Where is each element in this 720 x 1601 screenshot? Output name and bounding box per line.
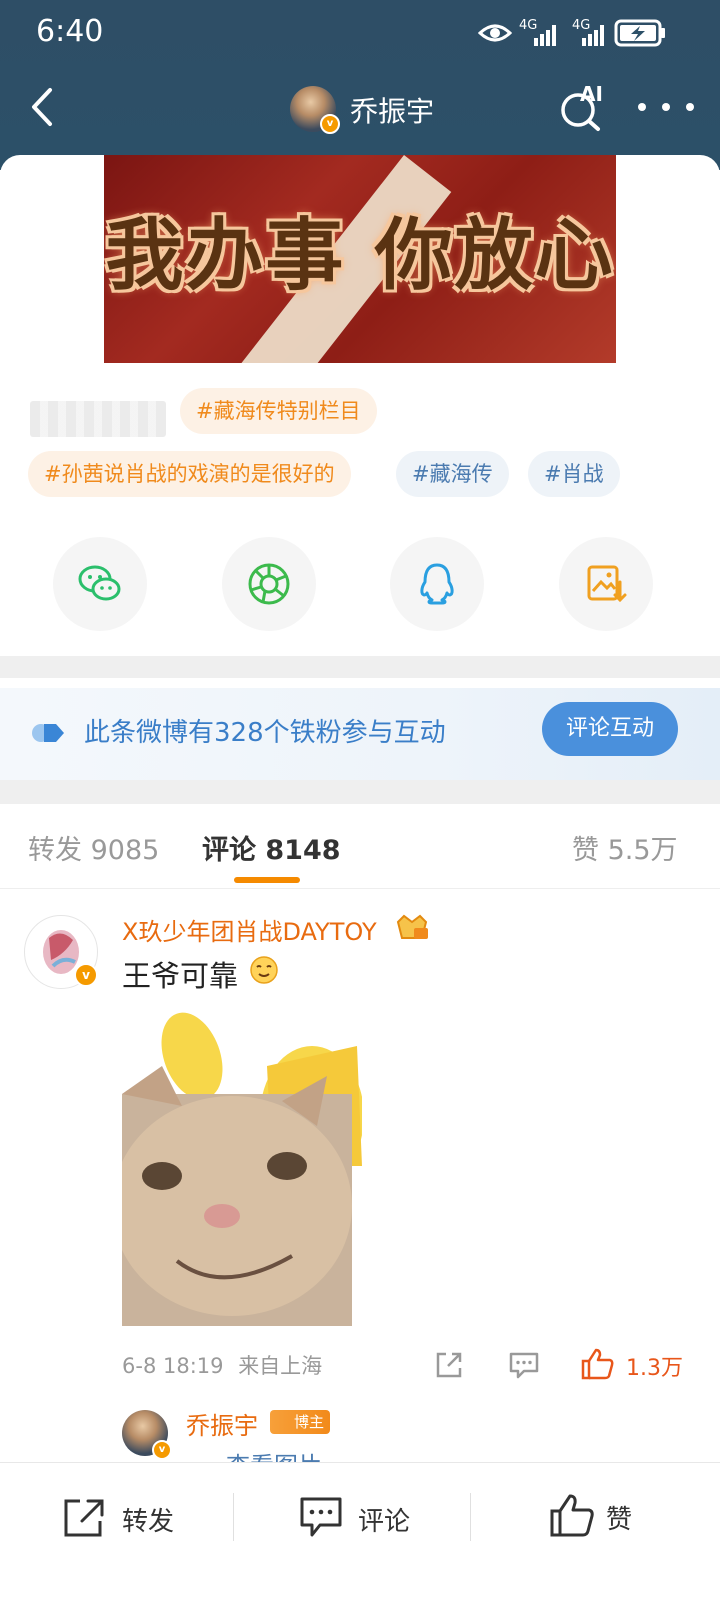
- share-wechat-button[interactable]: [53, 537, 147, 631]
- fans-interaction-text: 此条微博有328个铁粉参与互动: [84, 718, 446, 748]
- share-qq-button[interactable]: [390, 537, 484, 631]
- qq-icon: [420, 563, 454, 605]
- tag-sunqian[interactable]: #孙茜说肖战的戏演的是很好的: [28, 451, 351, 497]
- tab-comment[interactable]: 评论 8148: [202, 828, 341, 867]
- bottom-divider-2: [470, 1493, 471, 1541]
- signal-icon: [534, 25, 556, 46]
- share-moments-button[interactable]: [222, 537, 316, 631]
- fans-indicator-icon: [32, 724, 64, 742]
- comment-share-icon[interactable]: [434, 1350, 464, 1380]
- post-card: 我办事 你放心 #藏海传特别栏目 #孙茜说肖战的戏演的是很好的 #藏海传 #肖战: [0, 155, 720, 665]
- comment-interact-button[interactable]: 评论互动: [542, 702, 678, 756]
- author-badge: 博主: [270, 1410, 330, 1434]
- repost-label: 转发: [122, 1507, 175, 1537]
- tab-divider: [0, 888, 720, 889]
- status-time: 6:40: [36, 14, 104, 49]
- banner-caption: 我办事 你放心: [105, 211, 615, 301]
- reply-text: 查看图片: [186, 1446, 322, 1462]
- reply-text-label: 查看图片: [226, 1452, 322, 1462]
- commenter-verified-icon: v: [74, 963, 98, 987]
- page-title[interactable]: 乔振宇: [350, 90, 434, 130]
- wechat-icon: [78, 565, 121, 601]
- comment-label: 评论: [358, 1507, 411, 1537]
- reply-username[interactable]: 乔振宇: [186, 1406, 258, 1441]
- ai-search-button[interactable]: AI: [558, 82, 608, 132]
- comment-like-count: 1.3万: [626, 1356, 683, 1381]
- comment-reply-icon[interactable]: [508, 1350, 540, 1380]
- bottom-action-bar: 转发 评论 赞: [0, 1462, 720, 1601]
- comment-icon: [300, 1497, 342, 1537]
- battery-charging-icon: [614, 19, 665, 47]
- comment-like-icon[interactable]: [580, 1346, 616, 1382]
- comment-image[interactable]: [122, 1006, 362, 1326]
- save-image-button[interactable]: [559, 537, 653, 631]
- eye-icon: [478, 24, 512, 42]
- reply-verified-icon: v: [152, 1440, 172, 1460]
- verified-badge-icon: v: [320, 114, 340, 134]
- comment-meta: 6-8 18:19 来自上海: [122, 1350, 322, 1380]
- comment-time: 6-8 18:19: [122, 1354, 224, 1378]
- active-tab-indicator: [234, 877, 300, 883]
- top-bar: 6:40 4G 4G v 乔振宇 AI: [0, 0, 720, 170]
- bottom-divider-1: [233, 1493, 234, 1541]
- tab-like[interactable]: 赞 5.5万: [572, 828, 678, 867]
- author-badge-label: 博主: [293, 1413, 324, 1431]
- comment-button[interactable]: 评论: [298, 1493, 428, 1543]
- section-divider: [0, 656, 720, 678]
- like-button[interactable]: 赞: [548, 1491, 648, 1543]
- tag-canghaizhuan[interactable]: #藏海传: [396, 451, 509, 497]
- blurred-text: [30, 401, 166, 437]
- tab-repost[interactable]: 转发 9085: [28, 828, 159, 867]
- fans-interaction-bar[interactable]: 此条微博有328个铁粉参与互动 评论互动: [0, 688, 720, 780]
- commenter-name[interactable]: X玖少年团肖战DAYTOY: [122, 912, 377, 947]
- repost-button[interactable]: 转发: [60, 1493, 190, 1543]
- section-divider-2: [0, 780, 720, 804]
- save-image-icon: [587, 565, 627, 603]
- reply-avatar[interactable]: v: [122, 1410, 172, 1460]
- moments-icon: [248, 563, 290, 605]
- post-image[interactable]: 我办事 你放心: [104, 155, 616, 363]
- comment-location: 来自上海: [238, 1354, 323, 1378]
- like-label: 赞: [606, 1505, 633, 1535]
- tag-special-column[interactable]: #藏海传特别栏目: [180, 388, 377, 434]
- author-avatar[interactable]: v: [290, 86, 340, 134]
- more-button[interactable]: [636, 92, 696, 122]
- tag-xiaozhan[interactable]: #肖战: [528, 451, 620, 497]
- repost-icon: [64, 1499, 104, 1537]
- back-button[interactable]: [22, 82, 72, 132]
- comment-text: 王爷可靠: [122, 959, 239, 993]
- like-icon: [550, 1494, 594, 1537]
- emoji-icon: [250, 956, 278, 984]
- ai-label: AI: [580, 82, 603, 106]
- fan-level-badge-icon: [396, 914, 428, 939]
- cat-thumbs-up-image: [122, 1012, 362, 1326]
- signal-icon-2: [582, 25, 604, 46]
